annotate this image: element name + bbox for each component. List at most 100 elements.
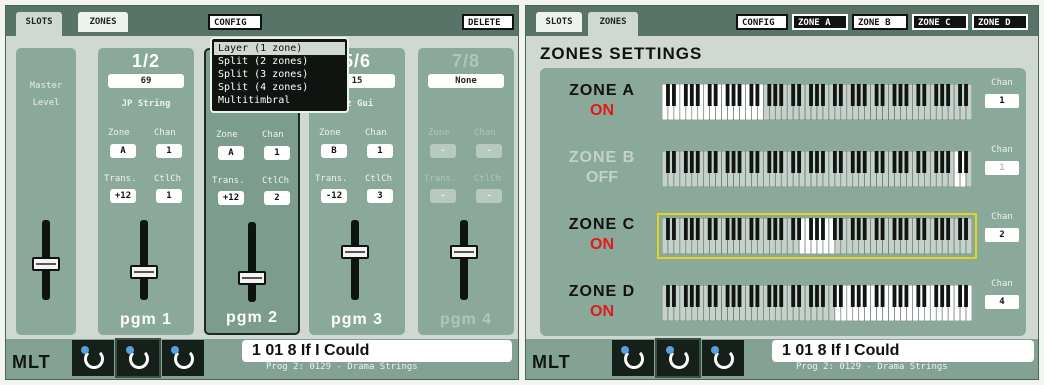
chan-field[interactable]: 1 (264, 146, 290, 160)
tab-zones[interactable]: ZONES (78, 12, 128, 32)
black-key (856, 218, 861, 240)
ctlch-field[interactable]: 3 (367, 189, 393, 203)
black-key (946, 84, 951, 106)
black-key (695, 84, 700, 106)
zone-keyboard[interactable] (661, 150, 973, 188)
black-key (934, 218, 939, 240)
ctlch-field[interactable]: 1 (156, 189, 182, 203)
black-key (850, 285, 855, 307)
black-key (773, 218, 778, 240)
zone-c-button[interactable]: ZONE C (912, 14, 968, 30)
zone-state[interactable]: ON (552, 236, 652, 254)
zone-keyboard[interactable] (657, 213, 977, 259)
knob-1[interactable] (72, 340, 114, 376)
knob-2[interactable] (655, 338, 701, 378)
zone-row-c[interactable]: ZONE C ON Chan 2 (540, 212, 1026, 268)
black-key (767, 151, 772, 173)
chan-field[interactable]: - (476, 144, 502, 158)
black-key (874, 84, 879, 106)
pgm-label: pgm 1 (119, 311, 173, 328)
program-number-field[interactable]: 69 (108, 74, 184, 88)
chan-field[interactable]: 1 (985, 161, 1019, 175)
black-key (767, 285, 772, 307)
black-key (862, 151, 867, 173)
black-key (713, 285, 718, 307)
black-key (934, 285, 939, 307)
knob-3[interactable] (162, 340, 204, 376)
black-key (666, 84, 670, 106)
slot-fader-knob[interactable] (341, 245, 369, 259)
black-key (809, 285, 813, 307)
chan-field[interactable]: 1 (367, 144, 393, 158)
zone-field[interactable]: - (430, 144, 456, 158)
zone-field[interactable]: A (218, 146, 244, 160)
black-key (940, 151, 945, 173)
black-key (791, 151, 796, 173)
slot-fader-knob[interactable] (238, 271, 266, 285)
knob-2[interactable] (115, 338, 161, 378)
zone-row-b[interactable]: ZONE B OFF Chan 1 (540, 145, 1026, 201)
black-key (683, 218, 688, 240)
zone-row-a[interactable]: ZONE A ON Chan 1 (540, 78, 1026, 134)
transpose-field[interactable]: -12 (321, 189, 347, 203)
config-menu-item[interactable]: Split (2 zones) (218, 55, 341, 68)
chan-field[interactable]: 4 (985, 295, 1019, 309)
zone-row-d[interactable]: ZONE D ON Chan 4 (540, 279, 1026, 335)
zone-state[interactable]: ON (552, 303, 652, 321)
black-key (755, 151, 760, 173)
delete-button[interactable]: DELETE (462, 14, 514, 30)
black-key (707, 285, 712, 307)
ctlch-field[interactable]: - (476, 189, 502, 203)
black-key (922, 218, 927, 240)
black-key (922, 84, 927, 106)
config-button[interactable]: CONFIG (736, 14, 788, 30)
zone-field[interactable]: B (321, 144, 347, 158)
zone-keyboard[interactable] (661, 83, 973, 121)
zone-a-button[interactable]: ZONE A (792, 14, 848, 30)
slot-fader-track[interactable] (351, 220, 359, 300)
config-button[interactable]: CONFIG (208, 14, 262, 30)
config-menu-item[interactable]: Multitimbral (218, 94, 341, 107)
chan-field[interactable]: 2 (985, 228, 1019, 242)
config-menu-item[interactable]: Split (4 zones) (218, 81, 341, 94)
knob-1[interactable] (612, 340, 654, 376)
slot-strip-1[interactable]: 1/2 69 JP String Zone Chan A 1 Trans. CtlCh +12 1 p… (98, 48, 194, 335)
slot-fader-track[interactable] (140, 220, 148, 300)
program-title: 1 01 8 If I Could (772, 340, 1034, 362)
slot-fader-knob[interactable] (130, 265, 158, 279)
transpose-field[interactable]: - (430, 189, 456, 203)
slot-strip-4[interactable]: 7/8 None Zone Chan - - Trans. CtlCh - - pgm 4 (418, 48, 514, 335)
zone-field[interactable]: A (110, 144, 136, 158)
config-menu-item[interactable]: Layer (1 zone) (214, 42, 345, 55)
tab-slots[interactable]: SLOTS (16, 12, 62, 36)
config-menu-item[interactable]: Split (3 zones) (218, 68, 341, 81)
zone-d-button[interactable]: ZONE D (972, 14, 1028, 30)
zones-list: ZONE A ON Chan 1 ZONE B OFF Chan 1 ZONE C ON Chan 2… (540, 68, 1026, 336)
program-number-field[interactable]: None (428, 74, 504, 88)
knob-dot-icon (126, 346, 134, 354)
slot-fader-track[interactable] (460, 220, 468, 300)
zone-keyboard[interactable] (661, 284, 973, 322)
tab-zones[interactable]: ZONES (588, 12, 638, 36)
tab-slots[interactable]: SLOTS (536, 12, 582, 32)
transpose-field[interactable]: +12 (218, 191, 244, 205)
config-dropdown[interactable]: Layer (1 zone) Split (2 zones) Split (3 … (210, 37, 349, 113)
black-key (934, 151, 939, 173)
black-key (809, 151, 813, 173)
black-key (946, 285, 951, 307)
slot-number: 7/8 (451, 51, 481, 71)
slot-fader-knob[interactable] (450, 245, 478, 259)
master-fader-knob[interactable] (32, 257, 60, 271)
chan-field[interactable]: 1 (156, 144, 182, 158)
black-key (958, 218, 962, 240)
chan-label: Chan (991, 212, 1013, 222)
transpose-field[interactable]: +12 (110, 189, 136, 203)
zone-b-button[interactable]: ZONE B (852, 14, 908, 30)
ctlch-field[interactable]: 2 (264, 191, 290, 205)
zone-state[interactable]: OFF (552, 169, 652, 187)
chan-field[interactable]: 1 (985, 94, 1019, 108)
slot-fader-track[interactable] (248, 222, 256, 302)
zone-state[interactable]: ON (552, 102, 652, 120)
knob-3[interactable] (702, 340, 744, 376)
black-key (821, 285, 825, 307)
